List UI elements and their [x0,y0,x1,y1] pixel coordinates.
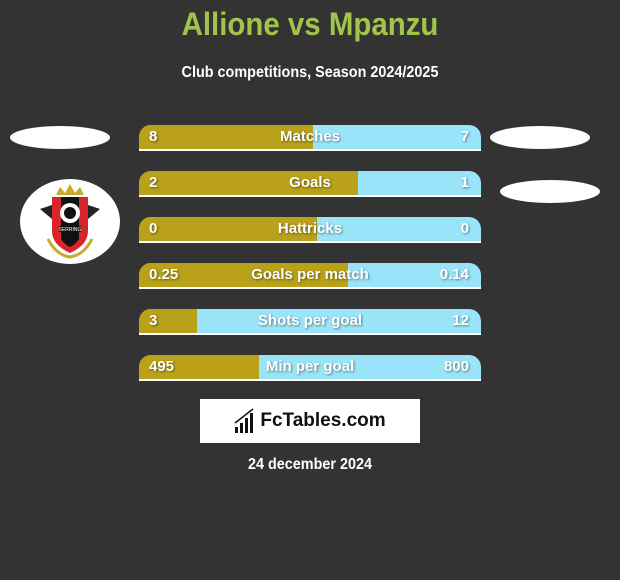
team-crest-icon: SERRING [40,184,100,259]
right-value: 800 [443,358,469,375]
stat-label: Min per goal [265,358,355,375]
stat-label: Shots per goal [257,312,363,329]
right-value: 0.14 [439,266,469,283]
fctables-logo[interactable]: FcTables.com [200,399,420,443]
bar-chart-icon [234,408,254,433]
page-subtitle: Club competitions, Season 2024/2025 [181,64,439,81]
stat-bar-shots-per-goal: 3 Shots per goal 12 [139,309,481,335]
left-team-logo: SERRING [20,179,120,264]
stat-bar-goals: 2 Goals 1 [139,171,481,197]
right-value: 12 [452,312,469,329]
brand-text: FcTables.com [260,410,386,431]
left-player-placeholder [10,126,110,149]
right-value: 7 [460,128,469,145]
stat-label: Hattricks [277,220,343,237]
stat-label: Matches [279,128,341,145]
stat-bar-goals-per-match: 0.25 Goals per match 0.14 [139,263,481,289]
stat-bar-min-per-goal: 495 Min per goal 800 [139,355,481,381]
right-value: 1 [460,174,469,191]
match-date: 24 december 2024 [247,456,373,473]
page-title: Allione vs Mpanzu [181,6,439,42]
stat-bar-hattricks: 0 Hattricks 0 [139,217,481,243]
right-player-placeholder [490,126,590,149]
stat-label: Goals per match [251,266,369,283]
stat-bar-matches: 8 Matches 7 [139,125,481,151]
stat-label: Goals [289,174,331,191]
right-value: 0 [460,220,469,237]
right-team-placeholder [500,180,600,203]
svg-text:SERRING: SERRING [59,227,82,233]
